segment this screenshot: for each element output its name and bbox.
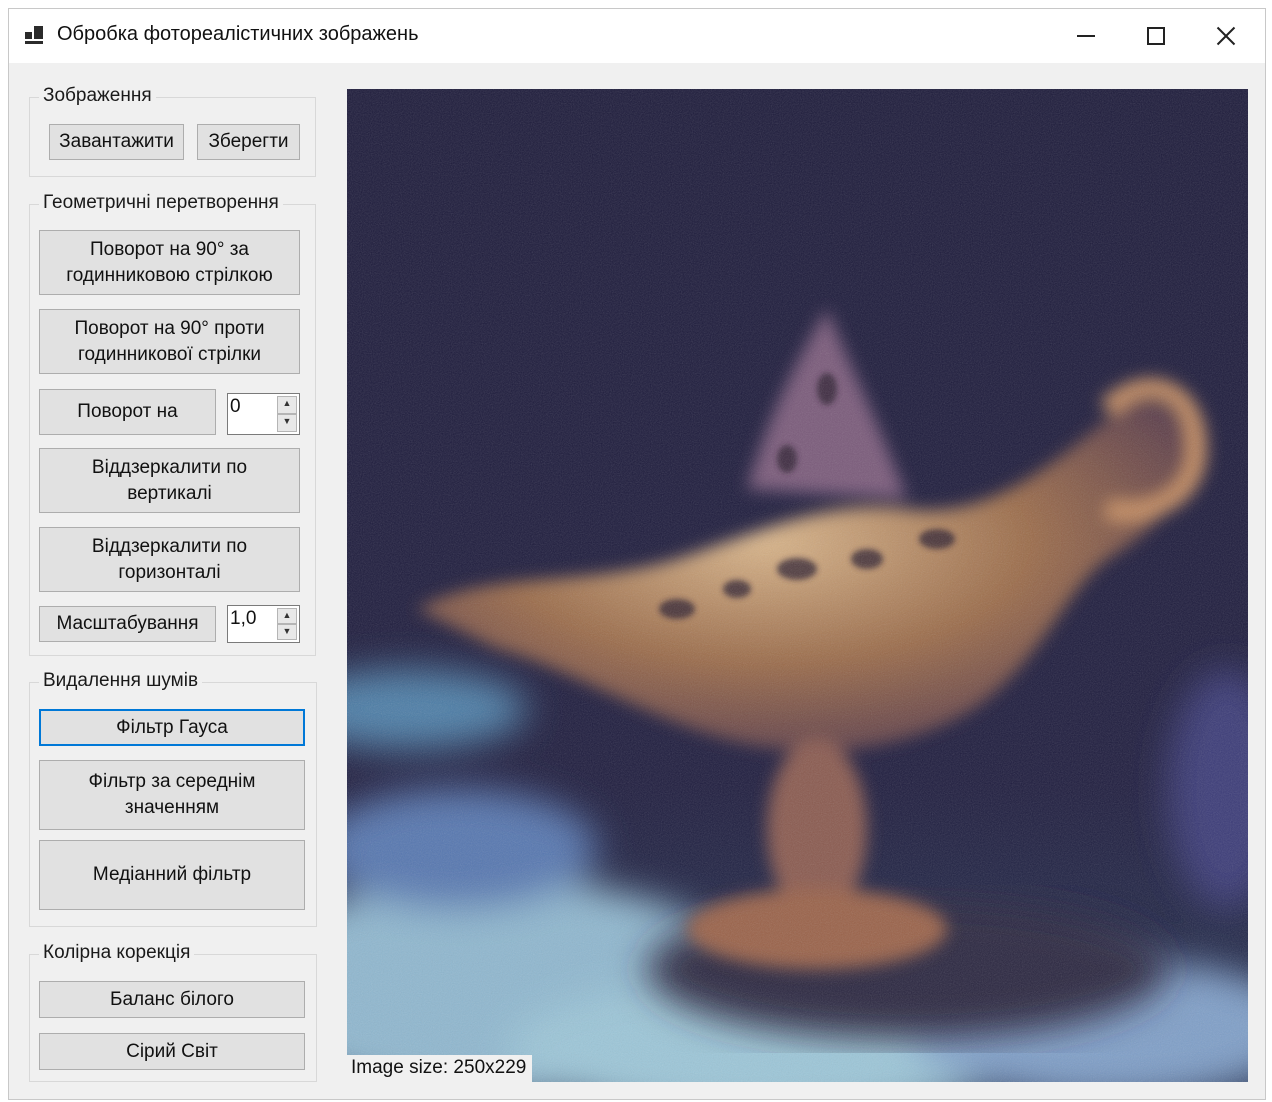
window-title: Обробка фотореалістичних зображень [57, 23, 419, 45]
spin-up-icon[interactable]: ▲ [277, 608, 297, 624]
noise-group-title: Видалення шумів [39, 670, 203, 692]
flip-horizontal-button[interactable]: Віддзеркалити по горизонталі [39, 527, 300, 592]
scale-button[interactable]: Масштабування [39, 606, 216, 642]
app-window-icon [25, 26, 43, 44]
image-viewer[interactable]: Image size: 250x229 [347, 89, 1248, 1082]
gauss-filter-button[interactable]: Фільтр Гауса [39, 709, 305, 746]
spin-down-icon[interactable]: ▼ [277, 414, 297, 432]
save-button[interactable]: Зберегти [197, 124, 300, 160]
white-balance-button[interactable]: Баланс білого [39, 981, 305, 1018]
close-button[interactable] [1191, 9, 1261, 63]
color-group-title: Колірна корекція [39, 942, 195, 964]
mean-filter-button[interactable]: Фільтр за середнім значенням [39, 760, 305, 830]
gray-world-button[interactable]: Сірий Світ [39, 1033, 305, 1070]
title-bar[interactable]: Обробка фотореалістичних зображень [9, 9, 1265, 63]
rotate-by-button[interactable]: Поворот на [39, 389, 216, 435]
minimize-button[interactable] [1051, 9, 1121, 63]
rotate-cw-button[interactable]: Поворот на 90° за годинниковою стрілкою [39, 230, 300, 295]
maximize-icon [1147, 27, 1165, 45]
spin-down-icon[interactable]: ▼ [277, 624, 297, 640]
magic-lamp-photo [347, 89, 1248, 1082]
image-size-label: Image size: 250x229 [347, 1055, 533, 1082]
scale-input[interactable] [230, 608, 270, 630]
scale-arrows[interactable]: ▲ ▼ [277, 608, 297, 640]
median-filter-button[interactable]: Медіанний фільтр [39, 840, 305, 910]
rotate-angle-arrows[interactable]: ▲ ▼ [277, 396, 297, 432]
rotate-angle-stepper[interactable]: ▲ ▼ [227, 393, 300, 435]
scale-stepper[interactable]: ▲ ▼ [227, 605, 300, 643]
app-window: Обробка фотореалістичних зображень Зобра… [8, 8, 1266, 1100]
flip-vertical-button[interactable]: Віддзеркалити по вертикалі [39, 448, 300, 513]
maximize-button[interactable] [1121, 9, 1191, 63]
rotate-angle-input[interactable] [230, 396, 270, 418]
close-icon [1216, 26, 1236, 46]
spin-up-icon[interactable]: ▲ [277, 396, 297, 414]
rotate-ccw-button[interactable]: Поворот на 90° проти годинникової стрілк… [39, 309, 300, 374]
load-button[interactable]: Завантажити [49, 124, 184, 160]
image-group-title: Зображення [39, 85, 156, 107]
minimize-icon [1077, 35, 1095, 37]
geometry-group-title: Геометричні перетворення [39, 192, 283, 214]
